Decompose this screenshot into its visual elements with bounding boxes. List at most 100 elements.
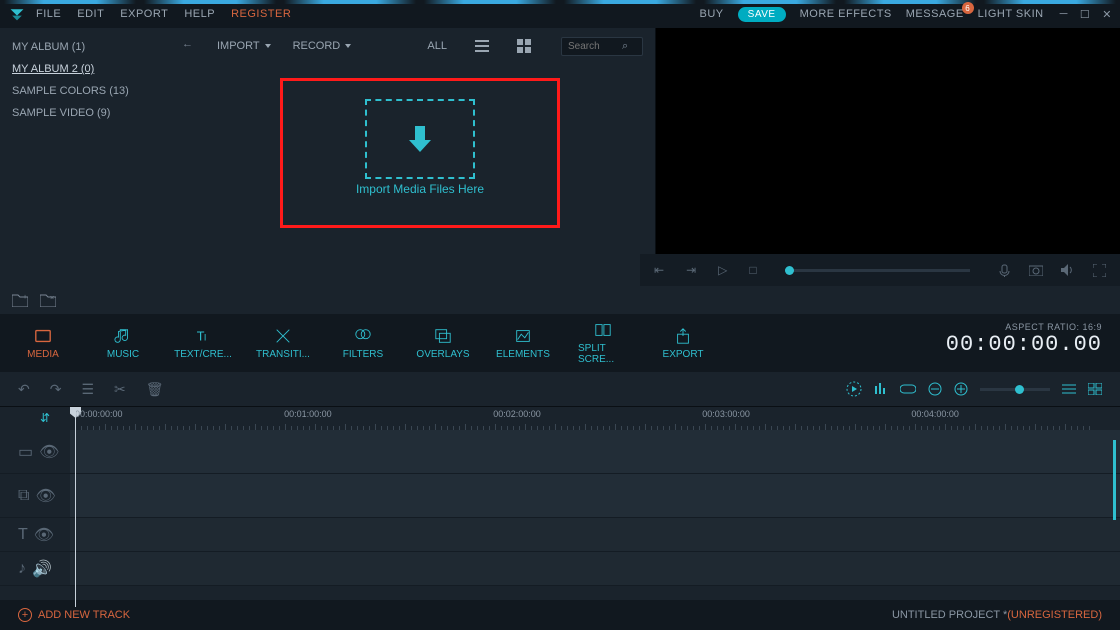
menu-light-skin[interactable]: LIGHT SKIN bbox=[978, 8, 1044, 20]
import-dropdown[interactable]: IMPORT bbox=[217, 40, 271, 52]
snapshot-icon[interactable] bbox=[1029, 264, 1043, 276]
menu-file[interactable]: FILE bbox=[36, 8, 61, 20]
category-filters[interactable]: FILTERS bbox=[338, 327, 388, 360]
search-icon: ⌕ bbox=[622, 40, 628, 53]
window-maximize-icon[interactable]: ☐ bbox=[1080, 8, 1090, 21]
transitions-icon bbox=[273, 327, 293, 345]
undo-icon[interactable]: ↶ bbox=[18, 381, 30, 398]
split-icon[interactable]: ✂ bbox=[114, 381, 126, 398]
render-icon[interactable] bbox=[846, 381, 862, 397]
window-close-icon[interactable]: ✕ bbox=[1102, 8, 1112, 21]
menu-more-effects[interactable]: MORE EFFECTS bbox=[800, 8, 892, 20]
delete-folder-icon[interactable]: × bbox=[40, 293, 56, 307]
timecode-display: 00:00:00.00 bbox=[946, 332, 1102, 357]
timeline-toolbar: ↶ ↷ ☰ ✂ 🗑 bbox=[0, 372, 1120, 406]
svg-text:I: I bbox=[204, 332, 207, 342]
track-mute-icon[interactable]: 🔊 bbox=[32, 559, 52, 579]
category-text[interactable]: TITEXT/CRE... bbox=[178, 327, 228, 360]
category-label: FILTERS bbox=[343, 349, 383, 360]
search-box[interactable]: ⌕ bbox=[561, 37, 643, 56]
window-minimize-icon[interactable]: ─ bbox=[1060, 8, 1068, 20]
overlays-icon bbox=[433, 327, 453, 345]
delete-icon[interactable]: 🗑 bbox=[146, 381, 164, 398]
plus-icon: + bbox=[18, 608, 32, 622]
category-export[interactable]: EXPORT bbox=[658, 327, 708, 360]
fullscreen-icon[interactable] bbox=[1093, 264, 1106, 277]
import-drop-zone[interactable] bbox=[365, 99, 475, 179]
playhead-lock-icon[interactable]: ⇵ bbox=[40, 411, 50, 425]
add-track-label: ADD NEW TRACK bbox=[38, 609, 130, 621]
audio-track: ♪🔊 bbox=[0, 552, 1120, 586]
timeline-view-grid-icon[interactable] bbox=[1088, 383, 1102, 395]
volume-icon[interactable] bbox=[1061, 264, 1075, 276]
album-item[interactable]: SAMPLE COLORS (13) bbox=[12, 80, 193, 102]
track-scrollbar[interactable] bbox=[1113, 440, 1116, 520]
add-new-track-button[interactable]: + ADD NEW TRACK bbox=[18, 608, 130, 622]
category-overlays[interactable]: OVERLAYS bbox=[418, 327, 468, 360]
text-track-icon[interactable]: T bbox=[18, 526, 28, 544]
category-elements[interactable]: ELEMENTS bbox=[498, 327, 548, 360]
mic-icon[interactable] bbox=[998, 264, 1011, 277]
redo-icon[interactable]: ↷ bbox=[50, 381, 62, 398]
zoom-slider[interactable] bbox=[980, 388, 1050, 391]
playback-seek[interactable] bbox=[785, 269, 970, 272]
menu-register[interactable]: REGISTER bbox=[231, 8, 291, 20]
download-arrow-icon bbox=[403, 122, 437, 156]
audio-track-icon[interactable]: ♪ bbox=[18, 560, 26, 578]
svg-text:+: + bbox=[23, 294, 27, 301]
record-dropdown[interactable]: RECORD bbox=[293, 40, 352, 52]
app-window: FILE EDIT EXPORT HELP REGISTER BUY SAVE … bbox=[0, 0, 1120, 630]
category-splitscreen[interactable]: SPLIT SCRE... bbox=[578, 321, 628, 365]
aspect-ratio-label: ASPECT RATIO: 16:9 bbox=[946, 322, 1102, 332]
pip-track-icon[interactable]: ⧉ bbox=[18, 487, 29, 505]
menu-help[interactable]: HELP bbox=[184, 8, 215, 20]
timeline-view-list-icon[interactable] bbox=[1062, 383, 1076, 395]
goto-start-icon[interactable]: ⇤ bbox=[654, 263, 664, 277]
menu-edit[interactable]: EDIT bbox=[77, 8, 104, 20]
menu-export[interactable]: EXPORT bbox=[120, 8, 168, 20]
album-list: MY ALBUM (1)MY ALBUM 2 (0)SAMPLE COLORS … bbox=[12, 36, 193, 124]
category-label: ELEMENTS bbox=[496, 349, 550, 360]
zoom-out-icon[interactable] bbox=[928, 382, 942, 396]
menu-message[interactable]: MESSAGE 6 bbox=[906, 8, 964, 20]
filter-all[interactable]: ALL bbox=[427, 40, 447, 52]
play-icon[interactable]: ▷ bbox=[718, 263, 727, 277]
album-sidebar: ← MY ALBUM (1)MY ALBUM 2 (0)SAMPLE COLOR… bbox=[0, 28, 205, 286]
app-logo-icon bbox=[8, 5, 26, 23]
category-tabs: MEDIA MUSIC TITEXT/CRE... TRANSITI... FILTER… bbox=[0, 314, 1120, 372]
menu-buy[interactable]: BUY bbox=[700, 8, 724, 20]
media-library: IMPORT RECORD ALL ⌕ Import Media Files H… bbox=[205, 28, 655, 286]
track-visibility-icon[interactable]: 👁 bbox=[39, 442, 59, 462]
category-label: TEXT/CRE... bbox=[174, 349, 232, 360]
album-item[interactable]: SAMPLE VIDEO (9) bbox=[12, 102, 193, 124]
category-label: EXPORT bbox=[663, 349, 704, 360]
media-toolbar: IMPORT RECORD ALL ⌕ bbox=[205, 28, 655, 64]
prev-frame-icon[interactable]: ⇥ bbox=[686, 263, 696, 277]
album-item[interactable]: MY ALBUM (1) bbox=[12, 36, 193, 58]
text-track: T👁 bbox=[0, 518, 1120, 552]
window-top-highlight bbox=[0, 0, 1120, 4]
view-list-icon[interactable] bbox=[475, 39, 489, 53]
import-highlight-box: Import Media Files Here bbox=[280, 78, 560, 228]
video-track-icon[interactable]: ▭ bbox=[18, 442, 33, 462]
track-visibility-icon[interactable]: 👁 bbox=[35, 486, 55, 506]
sidebar-back-icon[interactable]: ← bbox=[182, 38, 193, 50]
timeline-ruler[interactable]: ⇵ 00:00:00:0000:01:00:0000:02:00:0000:03… bbox=[0, 406, 1120, 430]
category-label: MEDIA bbox=[27, 349, 59, 360]
track-visibility-icon[interactable]: 👁 bbox=[34, 525, 54, 545]
playhead-line bbox=[75, 407, 76, 607]
search-input[interactable] bbox=[568, 41, 622, 52]
audio-mixer-icon[interactable] bbox=[874, 382, 888, 396]
new-folder-icon[interactable]: + bbox=[12, 293, 28, 307]
album-item[interactable]: MY ALBUM 2 (0) bbox=[12, 58, 193, 80]
stop-icon[interactable]: □ bbox=[749, 263, 756, 277]
view-grid-icon[interactable] bbox=[517, 39, 531, 53]
category-media[interactable]: MEDIA bbox=[18, 327, 68, 360]
category-transitions[interactable]: TRANSITI... bbox=[258, 327, 308, 360]
edit-tools-icon[interactable]: ☰ bbox=[81, 381, 94, 398]
ruler-mark: 00:00:00:00 bbox=[75, 409, 123, 419]
marker-icon[interactable] bbox=[900, 383, 916, 395]
zoom-in-icon[interactable] bbox=[954, 382, 968, 396]
save-button[interactable]: SAVE bbox=[738, 7, 786, 22]
category-music[interactable]: MUSIC bbox=[98, 327, 148, 360]
